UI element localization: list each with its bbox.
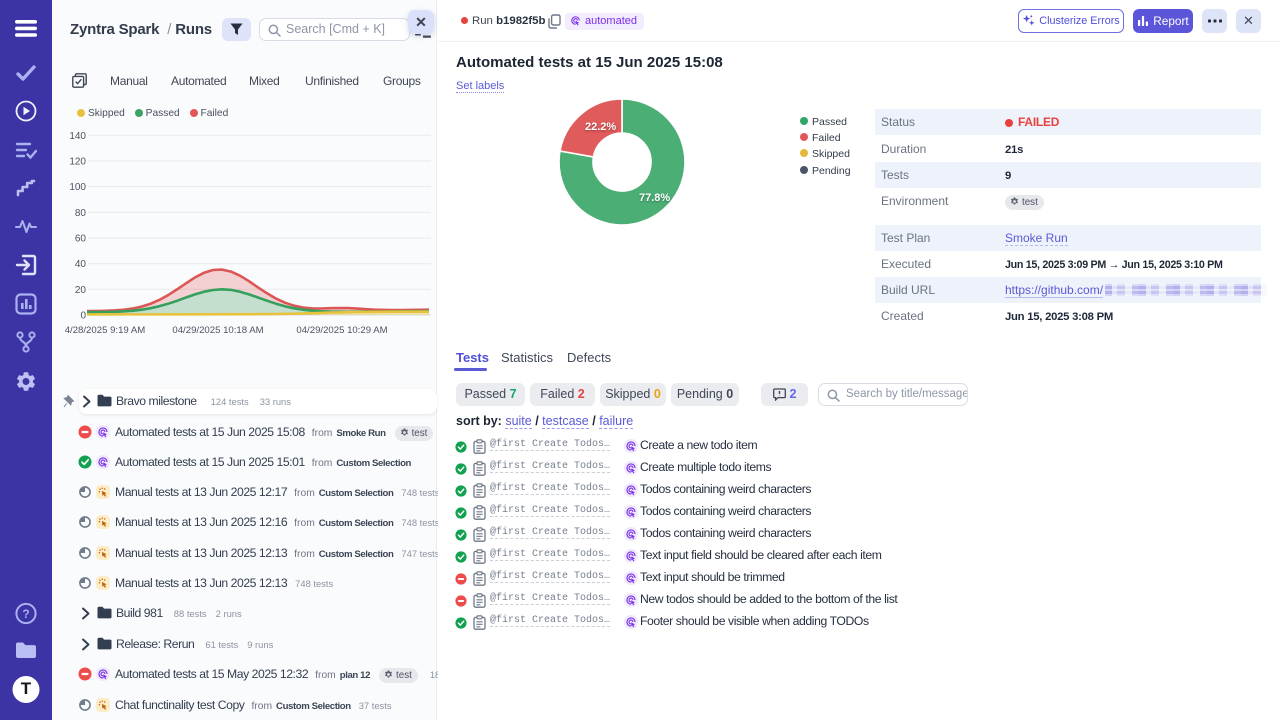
svg-text:120: 120 <box>69 157 86 168</box>
svg-text:?: ? <box>22 607 29 621</box>
svg-text:80: 80 <box>75 208 87 219</box>
svg-text:40: 40 <box>75 259 87 270</box>
svg-text:20: 20 <box>75 285 87 296</box>
svg-text:22.2%: 22.2% <box>585 121 616 133</box>
svg-text:60: 60 <box>75 234 87 245</box>
svg-text:0: 0 <box>80 311 86 322</box>
svg-text:04/29/2025 10:18 AM: 04/29/2025 10:18 AM <box>172 325 263 336</box>
svg-text:140: 140 <box>69 131 86 142</box>
svg-text:100: 100 <box>69 182 86 193</box>
svg-text:04/29/2025 10:29 AM: 04/29/2025 10:29 AM <box>296 325 387 336</box>
svg-text:4/28/2025 9:19 AM: 4/28/2025 9:19 AM <box>65 325 146 336</box>
svg-text:77.8%: 77.8% <box>639 192 670 204</box>
